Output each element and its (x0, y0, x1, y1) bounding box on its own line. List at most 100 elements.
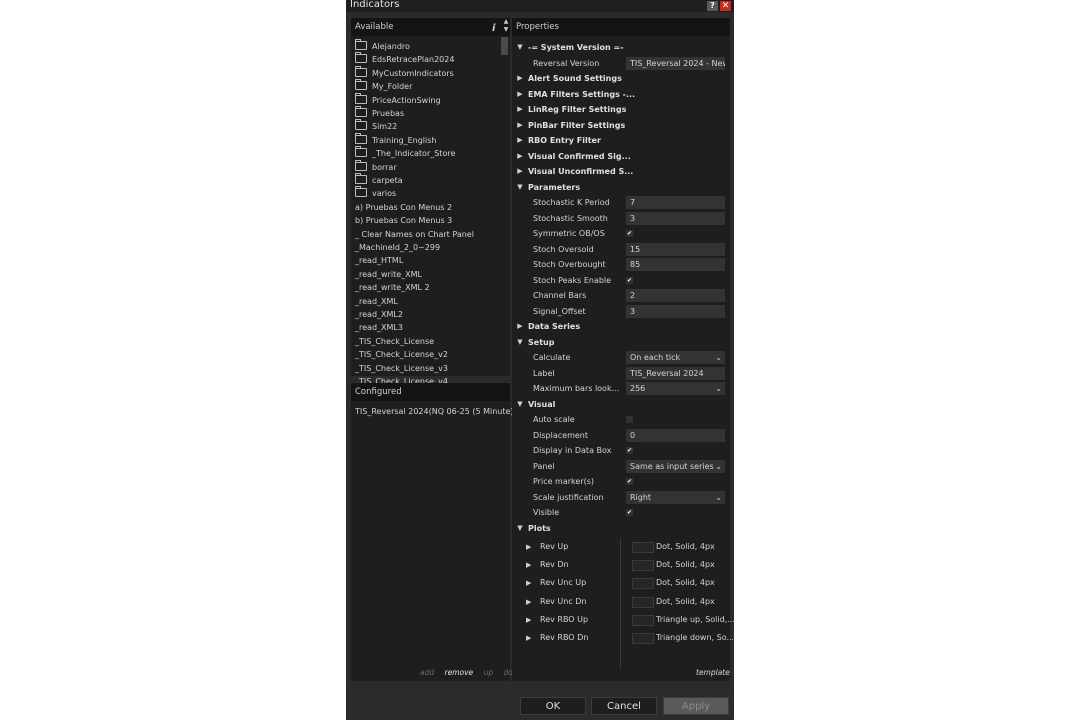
help-button[interactable]: ? (707, 1, 718, 11)
property-category[interactable]: ▶ PinBar Filter Settings (512, 118, 730, 133)
property-category[interactable]: ▼ Parameters (512, 180, 730, 195)
property-select[interactable]: On each tick ⌄ (626, 351, 725, 364)
property-select[interactable]: Same as input series ⌄ (626, 459, 725, 473)
caret-down-icon[interactable]: ▼ (516, 397, 524, 412)
plot-row[interactable]: ▶ Rev RBO Dn Triangle down, So... (512, 629, 734, 647)
caret-down-icon[interactable]: ▼ (516, 335, 524, 350)
property-checkbox[interactable]: ✔ (626, 230, 633, 237)
caret-right-icon[interactable]: ▶ (516, 71, 524, 86)
caret-right-icon[interactable]: ▶ (526, 538, 531, 556)
plot-color-swatch[interactable] (632, 578, 654, 590)
up-link[interactable]: up (484, 668, 494, 677)
property-checkbox[interactable]: ✔ (626, 447, 633, 454)
configured-item[interactable]: TIS_Reversal 2024(NQ 06-25 (5 Minute),..… (355, 405, 524, 418)
list-item[interactable]: Training_English (355, 132, 436, 147)
property-category[interactable]: ▼ Setup (512, 335, 730, 350)
info-icon[interactable]: i (492, 20, 495, 38)
remove-link[interactable]: remove (445, 668, 474, 677)
property-checkbox[interactable] (626, 416, 633, 423)
list-item[interactable]: Alejandro (355, 39, 410, 53)
property-value-field[interactable]: TIS_Reversal 2024 (626, 366, 725, 380)
apply-button[interactable]: Apply (663, 697, 729, 715)
list-item[interactable]: PriceActionSwing (355, 92, 441, 107)
caret-right-icon[interactable]: ▶ (526, 556, 531, 574)
ok-button[interactable]: OK (520, 697, 586, 715)
property-value-field[interactable]: 7 (626, 196, 725, 209)
template-link[interactable]: template (696, 668, 730, 677)
property-value-field[interactable]: 3 (626, 304, 725, 318)
caret-right-icon[interactable]: ▶ (526, 593, 531, 611)
list-item[interactable]: My_Folder (355, 79, 412, 93)
plot-row[interactable]: ▶ Rev Unc Dn Dot, Solid, 4px (512, 593, 730, 611)
property-category[interactable]: ▶ LinReg Filter Settings (512, 102, 730, 117)
list-item[interactable]: _read_HTML (355, 254, 403, 267)
caret-right-icon[interactable]: ▶ (516, 87, 524, 102)
close-button[interactable]: ✕ (720, 1, 731, 11)
property-value-field[interactable]: 15 (626, 242, 725, 256)
cancel-button[interactable]: Cancel (591, 697, 657, 715)
list-item[interactable]: b) Pruebas Con Menus 3 (355, 214, 452, 227)
list-item[interactable]: borrar (355, 159, 397, 174)
property-category[interactable]: ▶ EMA Filters Settings -... (512, 87, 730, 102)
list-item[interactable]: _read_write_XML 2 (355, 281, 430, 294)
list-item[interactable]: Sim22 (355, 119, 397, 133)
list-item[interactable]: _read_XML3 (355, 321, 403, 334)
property-category[interactable]: ▼ -= System Version =- (512, 40, 730, 55)
plot-row[interactable]: ▶ Rev Unc Up Dot, Solid, 4px (512, 574, 730, 592)
property-category[interactable]: ▼ Plots (512, 521, 730, 536)
property-category[interactable]: ▶ Visual Confirmed Sig... (512, 149, 730, 164)
available-scrollbar[interactable] (500, 36, 510, 376)
plot-color-swatch[interactable] (632, 560, 654, 572)
add-link[interactable]: add (420, 668, 434, 677)
property-checkbox[interactable]: ✔ (626, 478, 633, 485)
list-item[interactable]: _read_XML2 (355, 308, 403, 321)
list-item[interactable]: _read_write_XML (355, 268, 422, 281)
plot-color-swatch[interactable] (632, 614, 654, 626)
property-category[interactable]: ▶ Alert Sound Settings (512, 71, 730, 86)
list-item[interactable]: _The_Indicator_Store (355, 146, 455, 160)
list-item[interactable]: MyCustomIndicators (355, 65, 454, 80)
property-value-field[interactable]: 85 (626, 258, 725, 271)
property-value-field[interactable]: TIS_Reversal 2024 - New Li (626, 56, 725, 70)
list-item[interactable]: _MachineId_2_0~299 (355, 241, 440, 254)
caret-right-icon[interactable]: ▶ (516, 102, 524, 117)
caret-right-icon[interactable]: ▶ (516, 319, 524, 334)
list-item[interactable]: varios (355, 186, 396, 200)
caret-right-icon[interactable]: ▶ (516, 133, 524, 148)
property-category[interactable]: ▶ Data Series (512, 319, 730, 334)
caret-right-icon[interactable]: ▶ (526, 629, 531, 647)
caret-down-icon[interactable]: ▼ (516, 40, 524, 55)
list-item[interactable]: Pruebas (355, 106, 404, 120)
plot-row[interactable]: ▶ Rev Up Dot, Solid, 4px (512, 538, 730, 556)
property-select[interactable]: Right ⌄ (626, 490, 725, 504)
caret-right-icon[interactable]: ▶ (516, 149, 524, 164)
property-value-field[interactable]: 0 (626, 428, 725, 442)
property-category[interactable]: ▼ Visual (512, 397, 730, 412)
scrollbar-thumb[interactable] (501, 37, 508, 55)
property-category[interactable]: ▶ RBO Entry Filter (512, 133, 730, 148)
property-select[interactable]: 256 ⌄ (626, 382, 725, 395)
plot-color-swatch[interactable] (632, 596, 654, 608)
list-item[interactable]: carpeta (355, 173, 403, 187)
caret-down-icon[interactable]: ▼ (516, 180, 524, 195)
list-item[interactable]: _TIS_Check_License_v3 (355, 362, 448, 375)
list-item[interactable]: _TIS_Check_License (355, 335, 434, 348)
plot-color-swatch[interactable] (632, 633, 654, 644)
caret-right-icon[interactable]: ▶ (526, 611, 531, 629)
list-item[interactable]: _ Clear Names on Chart Panel (355, 228, 474, 241)
property-checkbox[interactable]: ✔ (626, 509, 633, 516)
property-value-field[interactable]: 3 (626, 211, 725, 225)
caret-right-icon[interactable]: ▶ (516, 164, 524, 179)
property-checkbox[interactable]: ✔ (626, 276, 633, 284)
list-item[interactable]: a) Pruebas Con Menus 2 (355, 201, 452, 214)
plot-row[interactable]: ▶ Rev RBO Up Triangle up, Solid,... (512, 611, 735, 629)
caret-down-icon[interactable]: ▼ (516, 521, 524, 536)
plot-row[interactable]: ▶ Rev Dn Dot, Solid, 4px (512, 556, 730, 574)
list-item[interactable]: _read_XML (355, 295, 398, 308)
property-value-field[interactable]: 2 (626, 289, 725, 302)
caret-right-icon[interactable]: ▶ (516, 118, 524, 133)
list-item[interactable]: EdsRetracePlan2024 (355, 52, 454, 66)
property-category[interactable]: ▶ Visual Unconfirmed S... (512, 164, 730, 179)
sort-icon[interactable]: ▲ ▼ (502, 18, 510, 34)
list-item[interactable]: _TIS_Check_License_v2 (355, 348, 448, 361)
